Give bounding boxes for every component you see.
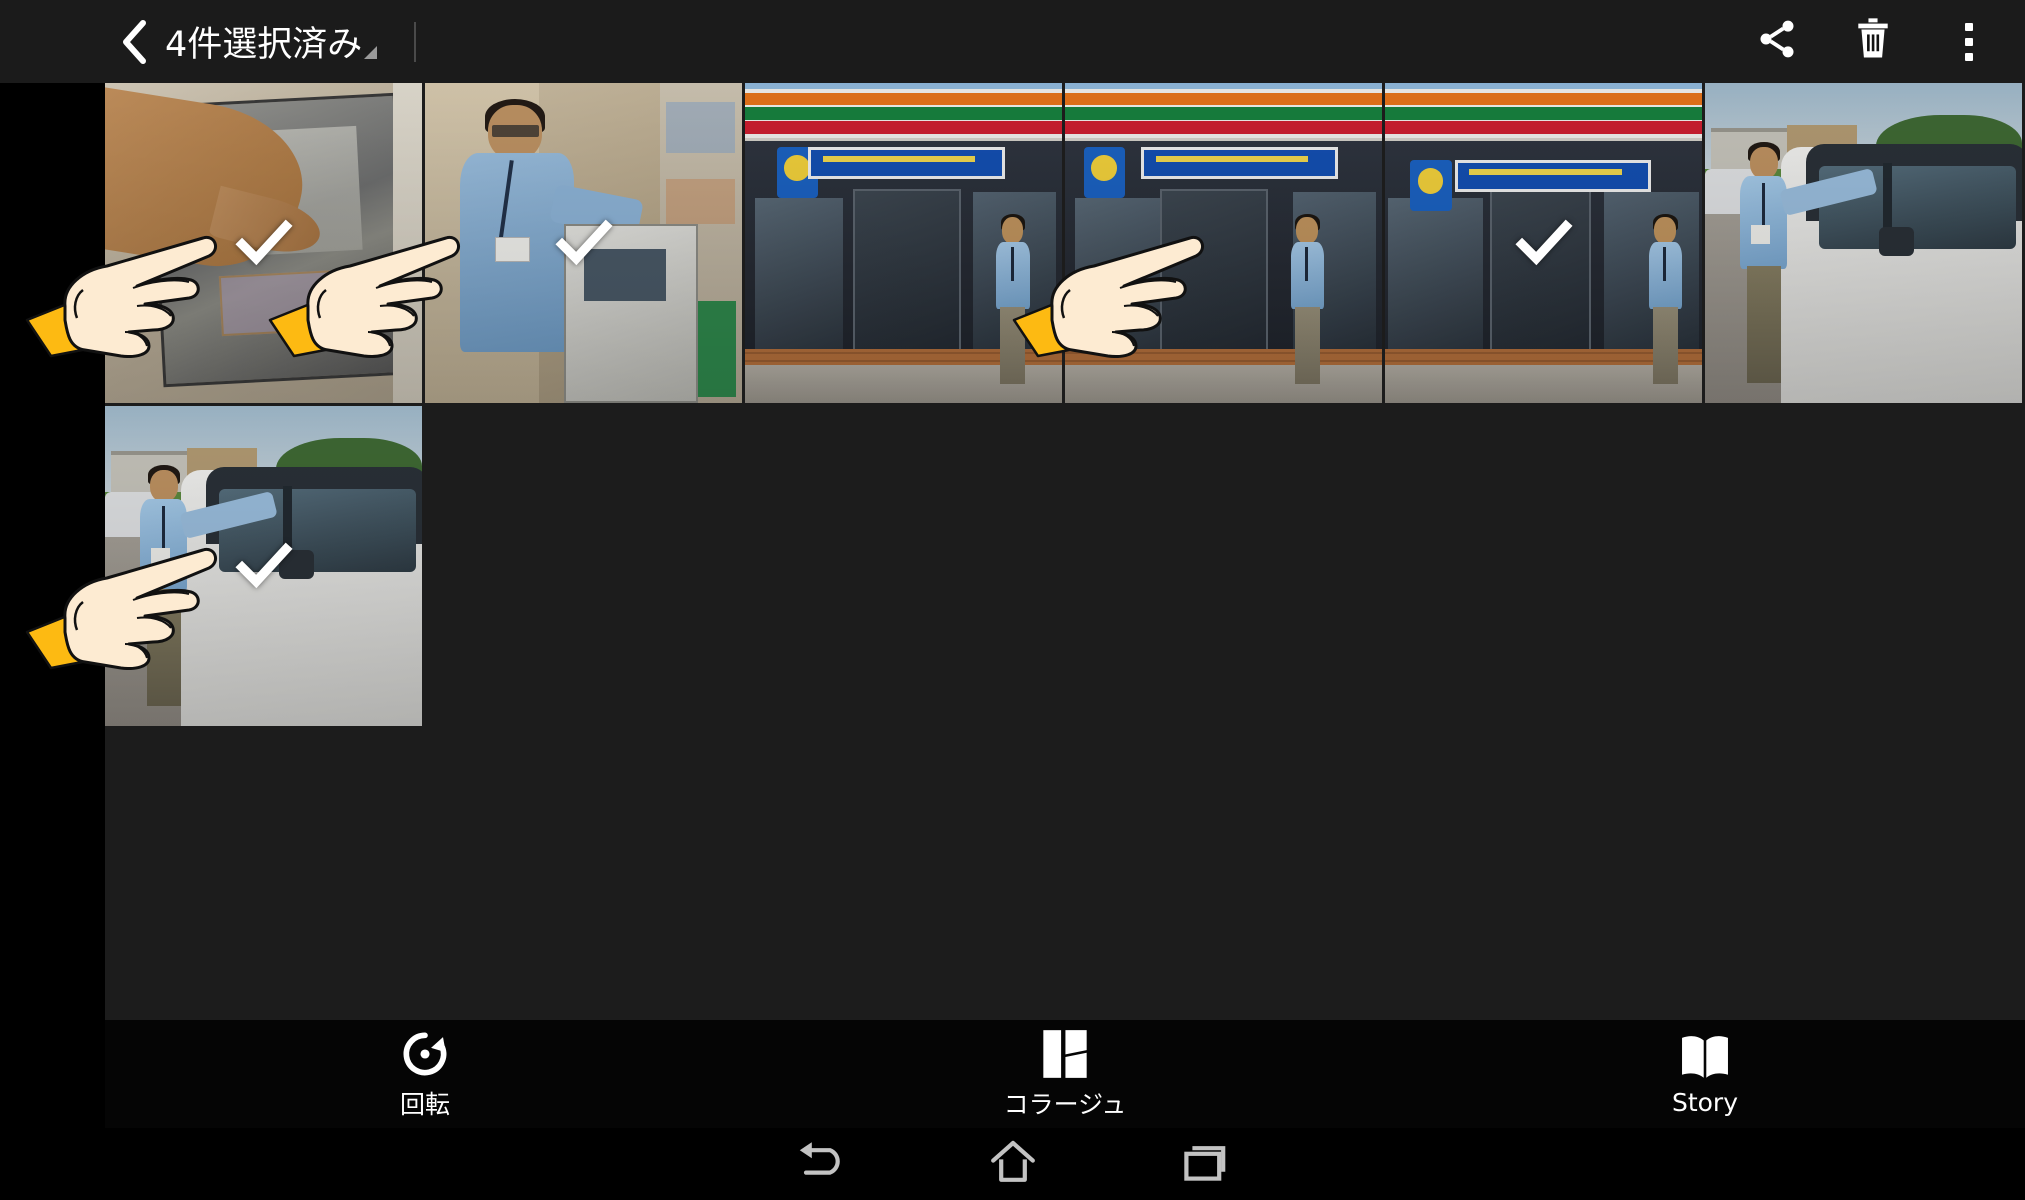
photo-image (105, 83, 422, 403)
title-divider (414, 22, 416, 62)
recents-icon (1178, 1139, 1228, 1190)
page-title: 4件選択済み (165, 25, 363, 65)
story-label: Story (1671, 1088, 1739, 1117)
top-app-bar: 4件選択済み (0, 0, 2025, 83)
android-navigation-bar (0, 1128, 2025, 1200)
photo-thumbnail[interactable] (105, 83, 422, 403)
photo-grid (105, 83, 2025, 1020)
photo-thumbnail[interactable] (1385, 83, 1702, 403)
nav-home-button[interactable] (918, 1128, 1108, 1200)
photo-thumbnail[interactable] (1705, 83, 2022, 403)
photo-image (1705, 83, 2022, 403)
collage-icon (1041, 1028, 1089, 1080)
topbar-actions (1729, 0, 2017, 83)
photo-thumbnail[interactable] (105, 406, 422, 726)
photo-thumbnail[interactable] (1065, 83, 1382, 403)
delete-button[interactable] (1825, 0, 1921, 83)
story-tool[interactable]: Story (1385, 1020, 2025, 1128)
share-button[interactable] (1729, 0, 1825, 83)
home-icon (988, 1139, 1038, 1190)
chevron-left-icon (120, 18, 150, 66)
photo-image (425, 83, 742, 403)
collage-label: コラージュ (1003, 1089, 1127, 1119)
photo-thumbnail[interactable] (745, 83, 1062, 403)
back-arrow-icon (797, 1139, 849, 1190)
photo-image (1065, 83, 1382, 403)
photo-image (1385, 83, 1702, 403)
photo-image (105, 406, 422, 726)
more-vertical-icon (1965, 22, 1973, 61)
share-icon (1755, 17, 1799, 66)
rotate-icon (399, 1028, 451, 1080)
back-button[interactable] (110, 0, 160, 83)
rotate-label: 回転 (399, 1089, 450, 1119)
dropdown-triangle-icon (364, 46, 378, 59)
photo-grid-row (105, 83, 2025, 403)
nav-recents-button[interactable] (1108, 1128, 1298, 1200)
device-screen: 4件選択済み 回転 コラージュ Story (0, 0, 2025, 1200)
selection-title-dropdown[interactable]: 4件選択済み (165, 0, 378, 83)
book-icon (1679, 1031, 1731, 1083)
nav-back-button[interactable] (728, 1128, 918, 1200)
overflow-button[interactable] (1921, 0, 2017, 83)
rotate-tool[interactable]: 回転 (105, 1020, 745, 1128)
screenshot-root: 4件選択済み 回転 コラージュ Story (0, 0, 2025, 1200)
photo-thumbnail[interactable] (425, 83, 742, 403)
photo-image (745, 83, 1062, 403)
trash-icon (1852, 16, 1894, 67)
photo-grid-row (105, 406, 425, 726)
bottom-toolbar: 回転 コラージュ Story (105, 1020, 2025, 1128)
collage-tool[interactable]: コラージュ (745, 1020, 1385, 1128)
